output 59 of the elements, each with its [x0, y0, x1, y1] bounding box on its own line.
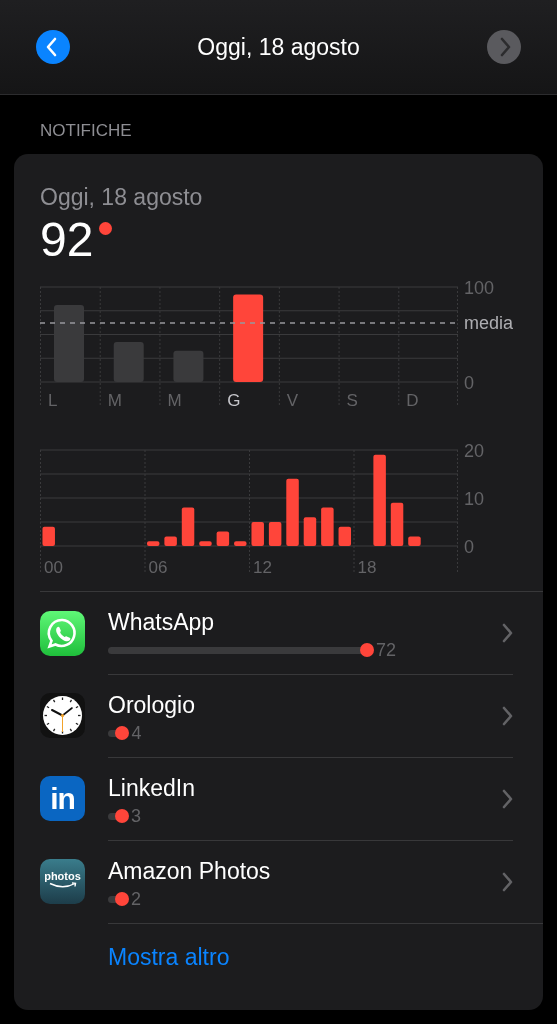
day-label: V	[286, 391, 299, 409]
day-label: M	[167, 391, 182, 409]
hour-label: 06	[148, 558, 168, 576]
axis-tick-label: 10	[464, 489, 485, 509]
axis-tick-label: 0	[464, 373, 474, 393]
day-label: M	[107, 391, 122, 409]
chat-bubble-icon	[40, 610, 85, 656]
hour-bar	[181, 507, 195, 546]
hour-bar	[303, 517, 317, 546]
app-name: Amazon Photos	[108, 857, 272, 885]
notification-count: 4	[131, 724, 142, 742]
axis-tick-label: 20	[464, 441, 485, 461]
hour-bar	[286, 478, 299, 546]
chevron-right-icon	[501, 872, 513, 892]
hour-bar	[390, 502, 404, 546]
app-row[interactable]: Orologio 4	[40, 674, 543, 757]
hour-label: 18	[357, 558, 377, 576]
app-icon: photos	[40, 859, 85, 904]
hour-bar	[234, 541, 247, 546]
notification-count: 72	[376, 641, 397, 659]
chevron-right-icon	[501, 623, 513, 643]
total-count: 92	[40, 214, 94, 266]
chevron-left-icon	[46, 37, 58, 57]
axis-tick-label: 100	[464, 278, 495, 298]
notification-count: 3	[131, 807, 141, 825]
chevron-right-icon	[501, 706, 513, 726]
app-name: WhatsApp	[108, 608, 216, 636]
day-label: G	[227, 391, 241, 409]
app-name: LinkedIn	[108, 774, 196, 802]
clock-icon	[40, 693, 85, 738]
chevron-right-icon	[501, 789, 513, 809]
chevron-right-icon	[499, 37, 511, 57]
axis-tick-label: 0	[464, 537, 474, 557]
notification-count: 2	[131, 890, 141, 908]
hour-bar	[338, 526, 352, 546]
hour-label: 12	[253, 558, 272, 576]
day-label: S	[346, 391, 358, 409]
app-row[interactable]: in LinkedIn 3	[40, 757, 543, 840]
section-label: NOTIFICHE	[40, 121, 133, 141]
day-label: D	[406, 391, 419, 409]
hour-bar	[199, 541, 212, 546]
app-row[interactable]: photos Amazon Photos 2	[40, 840, 543, 923]
hour-bar	[408, 536, 421, 546]
hour-bar	[146, 541, 160, 546]
hour-bar	[216, 531, 230, 546]
hour-label: 00	[44, 558, 63, 576]
date-label: Oggi, 18 agosto	[40, 183, 204, 212]
app-name: Orologio	[108, 691, 196, 719]
header-title: Oggi, 18 agosto	[197, 32, 360, 62]
hour-bar	[268, 522, 282, 546]
hour-bar	[164, 536, 177, 546]
show-more-link[interactable]: Mostra altro	[108, 940, 230, 975]
hour-bar	[42, 526, 55, 546]
hour-bar	[321, 507, 334, 546]
average-label: media	[464, 313, 514, 334]
app-icon: in	[40, 776, 85, 821]
day-label: L	[48, 391, 58, 409]
back-button[interactable]	[36, 30, 70, 64]
hour-bar	[251, 522, 264, 546]
